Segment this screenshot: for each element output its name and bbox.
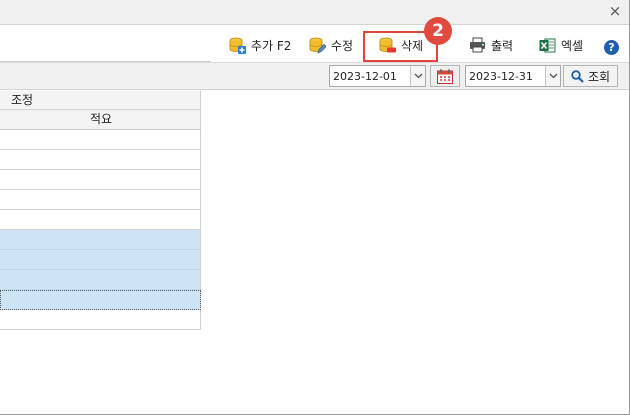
table-row[interactable] <box>0 310 201 330</box>
table-row[interactable] <box>0 230 201 250</box>
title-bar: × <box>0 0 629 25</box>
table-row[interactable] <box>0 190 201 210</box>
chevron-down-icon[interactable] <box>410 66 425 86</box>
table-row[interactable] <box>0 270 201 290</box>
data-grid: 조정 적요 <box>0 91 201 330</box>
print-button-label: 출력 <box>491 38 514 53</box>
table-row[interactable] <box>0 210 201 230</box>
app-window: × 추가 F2 수정 삭제 출력 엑셀 ? 2 2023-12-01 2023-… <box>0 0 630 415</box>
table-row[interactable] <box>0 170 201 190</box>
grid-group-header: 조정 <box>0 91 201 110</box>
end-date-value: 2023-12-31 <box>469 69 533 83</box>
help-glyph: ? <box>608 40 615 54</box>
end-date-field[interactable]: 2023-12-31 <box>465 65 561 87</box>
print-button[interactable]: 출력 <box>469 35 513 55</box>
excel-icon <box>539 38 556 52</box>
search-button-label: 조회 <box>587 69 611 84</box>
search-button[interactable]: 조회 <box>563 65 618 87</box>
chevron-down-icon[interactable] <box>545 66 560 86</box>
start-date-field[interactable]: 2023-12-01 <box>329 65 426 87</box>
database-edit-icon <box>309 37 326 54</box>
add-button-label: 추가 F2 <box>251 38 292 53</box>
help-button[interactable]: ? <box>604 37 619 57</box>
start-date-value: 2023-12-01 <box>333 69 397 83</box>
database-add-icon <box>229 37 246 54</box>
table-row[interactable] <box>0 150 201 170</box>
close-icon[interactable]: × <box>608 3 622 19</box>
grid-column-header[interactable]: 적요 <box>0 110 201 130</box>
table-row[interactable] <box>0 290 201 310</box>
table-row[interactable] <box>0 250 201 270</box>
table-row[interactable] <box>0 130 201 150</box>
grid-body <box>0 130 201 330</box>
printer-icon <box>470 37 485 53</box>
calendar-icon <box>437 69 453 84</box>
edit-button[interactable]: 수정 <box>309 35 353 55</box>
excel-button-label: 엑셀 <box>561 38 584 53</box>
help-icon: ? <box>604 39 619 55</box>
search-icon <box>571 69 584 83</box>
toolbar: 추가 F2 수정 삭제 출력 엑셀 ? <box>0 25 629 61</box>
edit-button-label: 수정 <box>331 38 354 53</box>
add-button[interactable]: 추가 F2 <box>229 35 291 55</box>
calendar-button[interactable] <box>430 65 460 87</box>
step-badge: 2 <box>424 17 452 45</box>
excel-button[interactable]: 엑셀 <box>539 35 583 55</box>
